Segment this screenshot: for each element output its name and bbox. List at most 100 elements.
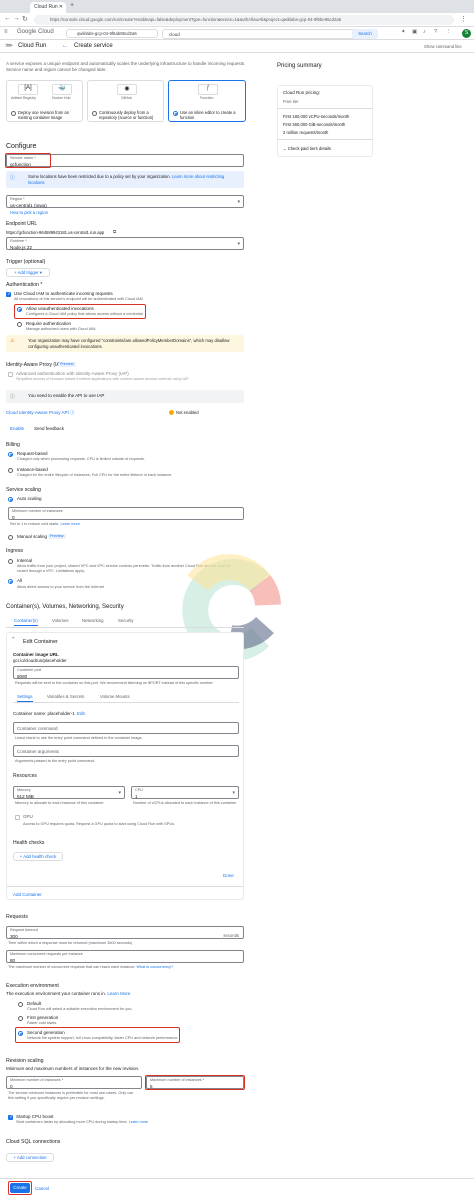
browser-tab[interactable]: Cloud Run ✕ [30, 2, 66, 13]
endpoint-label: Endpoint URL [6, 221, 38, 227]
tab-security[interactable]: Security [118, 618, 134, 623]
first-gen-radio[interactable] [18, 1016, 23, 1021]
forward-icon[interactable]: → [13, 15, 20, 22]
container-command-input[interactable]: Container command [13, 722, 239, 734]
region-select[interactable]: Region * us-central1 (Iowa) ▾ [6, 195, 244, 208]
tab-title: Cloud Run [34, 4, 58, 10]
info-icon: ⓘ [10, 394, 16, 400]
more-icon[interactable]: ⋮ [446, 29, 452, 35]
add-connection-button[interactable]: + Add connection [6, 1153, 54, 1162]
reload-icon[interactable]: ↻ [22, 15, 28, 23]
runtime-value: Node.js 22 [10, 245, 32, 250]
revision-max-field[interactable]: Maximum number of instances * 5 [146, 1076, 244, 1089]
subtab-variables-secrets[interactable]: Variables & Secrets [47, 694, 84, 699]
enable-button[interactable]: Enable [10, 426, 24, 431]
edit-name-button[interactable]: Edit [77, 711, 85, 716]
option-existing-image-radio[interactable] [11, 111, 16, 116]
subtab-settings[interactable]: Settings [17, 694, 33, 702]
search-input[interactable]: cloud [162, 28, 378, 39]
notifications-icon[interactable]: ♪ [423, 29, 426, 35]
learn-more-link[interactable]: Learn more [129, 1120, 148, 1124]
second-gen-radio[interactable] [18, 1031, 23, 1036]
concurrency-link[interactable]: What is concurrency? [137, 965, 174, 969]
avatar[interactable]: S [462, 29, 471, 38]
all-radio[interactable] [8, 579, 13, 584]
tab-volumes[interactable]: Volumes [52, 618, 68, 623]
option-inline-editor[interactable]: ƒ Function Use an inline editor to creat… [168, 80, 246, 122]
min-instances-field[interactable]: Minimum number of instances 0 [8, 507, 244, 520]
learn-more-link[interactable]: Learn more [60, 522, 79, 526]
gc-logo[interactable]: Google Cloud [17, 29, 54, 35]
region-value: us-central1 (Iowa) [10, 203, 47, 208]
request-timeout-field[interactable]: Request timeout 300 seconds [6, 926, 244, 939]
tab-networking[interactable]: Networking [82, 618, 104, 623]
url-field[interactable]: https://console.cloud.google.com/run/cre… [34, 15, 454, 25]
auth-title: Authentication * [6, 282, 43, 288]
iap-checkbox[interactable] [8, 372, 13, 377]
container-args-input[interactable]: Container arguments [13, 745, 239, 757]
option-inline-editor-radio[interactable] [173, 111, 178, 116]
region-help-link[interactable]: How to pick a region [10, 210, 48, 215]
add-trigger-button[interactable]: + Add trigger ▾ [6, 268, 50, 277]
project-picker[interactable]: qwiklabs-gcp-04-9f6ab85cd2a6 [66, 29, 158, 38]
tab-containers[interactable]: Container(s) [14, 618, 38, 626]
cloud-shell-icon[interactable]: ▣ [412, 29, 417, 35]
iam-checkbox[interactable] [6, 291, 11, 297]
status-dot [169, 410, 174, 415]
chevron-up-icon[interactable]: ⌃ [11, 637, 16, 643]
page-title: Create service [74, 43, 113, 49]
new-tab-icon[interactable]: + [70, 2, 74, 9]
request-based-radio[interactable] [8, 452, 13, 457]
done-button[interactable]: Done [223, 873, 234, 878]
help-icon[interactable]: ? [434, 29, 437, 35]
default-env-radio[interactable] [18, 1002, 23, 1007]
back-arrow-icon[interactable]: ← [62, 43, 68, 49]
iap-api-link[interactable]: Cloud Identity-Aware Proxy API ⓘ [6, 410, 74, 416]
internal-radio[interactable] [8, 559, 13, 564]
instance-based-radio[interactable] [8, 468, 13, 473]
option-repository-radio[interactable] [92, 111, 97, 116]
memory-select[interactable]: Memory 512 MiB ▾ [13, 786, 125, 799]
show-command-line-link[interactable]: Show command line [424, 44, 462, 49]
gpu-checkbox[interactable] [15, 815, 20, 820]
back-icon[interactable]: ← [4, 15, 11, 22]
revision-min-field[interactable]: Minimum number of instances * 0 [6, 1076, 142, 1089]
gemini-icon[interactable]: ✦ [401, 29, 406, 35]
search-button[interactable]: Search [352, 28, 378, 39]
menu-icon[interactable]: ≡ [4, 29, 8, 35]
runtime-select[interactable]: Runtime * Node.js 22 ▾ [6, 237, 244, 250]
product-name[interactable]: Cloud Run [18, 43, 46, 49]
policy-note-text: Some locations have been restricted due … [28, 174, 240, 185]
option-existing-image[interactable]: [A] 🐳 Artifact Registry Docker Hub Deplo… [6, 80, 83, 122]
close-tab-icon[interactable]: ✕ [59, 2, 63, 13]
policy-note-label: Some locations have been restricted due … [28, 174, 171, 179]
add-container-button[interactable]: Add Container [13, 892, 42, 897]
create-button[interactable]: Create [10, 1183, 30, 1193]
concurrency-field[interactable]: Maximum concurrent requests per instance… [6, 950, 244, 963]
instance-based-label: Instance-based [17, 467, 48, 472]
second-gen-sub: Network file system support, full Linux … [27, 1036, 179, 1040]
option-existing-image-label: Deploy one revision from an existing con… [18, 110, 69, 120]
startup-boost-checkbox[interactable] [8, 1114, 13, 1120]
browser-tab-bar: Cloud Run ✕ + [0, 0, 474, 17]
cpu-select[interactable]: CPU 1 ▾ [131, 786, 239, 799]
iap-notice: ⓘ You need to enable the API to use IAP [6, 390, 244, 403]
divider [278, 139, 372, 140]
service-name-field[interactable]: Service name * gcfunction [6, 154, 244, 167]
require-auth-radio[interactable] [17, 322, 22, 327]
container-port-field[interactable]: Container port 8080 [13, 666, 239, 679]
pricing-link[interactable]: ⌄ Check paid tiers details [283, 146, 331, 151]
browser-menu-icon[interactable]: ⋮ [460, 15, 467, 23]
option-repository[interactable]: ◉ GitHub Continuously deploy from a repo… [87, 80, 164, 122]
manual-scaling-radio[interactable] [8, 535, 13, 540]
subtab-volume-mounts[interactable]: Volume Mounts [100, 694, 130, 699]
learn-more-link[interactable]: Learn More [107, 991, 130, 996]
iap-checkbox-sub: Simplifies access of browser based front… [16, 377, 190, 381]
auto-scaling-radio[interactable] [8, 497, 13, 502]
cancel-button[interactable]: Cancel [35, 1186, 49, 1191]
send-feedback-button[interactable]: Send feedback [34, 426, 64, 431]
allow-unauthenticated-radio[interactable] [17, 307, 22, 312]
revision-min-label: Minimum number of instances * [10, 1078, 64, 1082]
copy-icon[interactable]: ⧉ [113, 229, 116, 234]
add-health-check-button[interactable]: + Add health check [13, 852, 63, 861]
